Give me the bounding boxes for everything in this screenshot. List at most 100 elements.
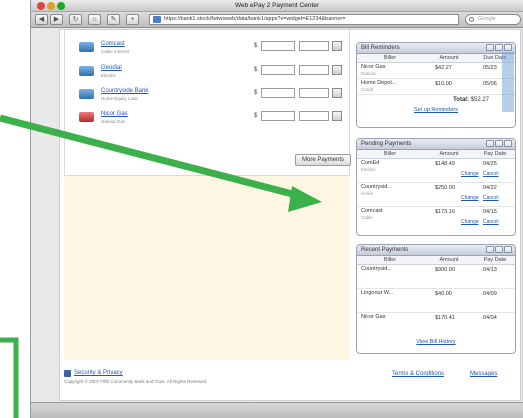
table-row: Countrysid... $900.00 04/13 bbox=[357, 265, 515, 289]
panel-edit-icon[interactable] bbox=[486, 246, 494, 253]
column-header[interactable]: Biller bbox=[357, 150, 423, 158]
date-input[interactable] bbox=[299, 41, 329, 51]
search-placeholder: Google bbox=[478, 16, 496, 22]
messages-link[interactable]: Messages bbox=[470, 371, 497, 377]
date-input[interactable] bbox=[299, 88, 329, 98]
due-date-value: 05/06 bbox=[483, 81, 497, 87]
address-url: https://bank1.stock/fwtwsweb/data/bank1/… bbox=[164, 16, 346, 22]
table-row: ComEd Electric $148.49 04/25 Change Canc… bbox=[357, 159, 515, 183]
empty-content-area bbox=[64, 176, 350, 360]
payee-name-link[interactable]: Comcast bbox=[101, 41, 125, 47]
cancel-link[interactable]: Cancel bbox=[483, 195, 499, 201]
home-icon[interactable]: ⌂ bbox=[88, 14, 101, 25]
amount-value: $10.00 bbox=[435, 81, 452, 87]
panel-close-icon[interactable] bbox=[504, 140, 512, 147]
reload-icon[interactable]: ↻ bbox=[69, 14, 82, 25]
column-header[interactable]: Pay Date bbox=[475, 256, 515, 264]
amount-value: $250.00 bbox=[435, 185, 455, 191]
biller-name: Countrysid... bbox=[361, 184, 392, 190]
title-bar: Web ePay 2 Payment Center bbox=[31, 0, 523, 12]
search-field[interactable]: Google bbox=[465, 14, 521, 25]
pay-date-value: 04/25 bbox=[483, 161, 497, 167]
column-header[interactable]: Pay Date bbox=[475, 150, 515, 158]
table-row: Countrysid... Home $250.00 04/22 Change … bbox=[357, 183, 515, 207]
column-headers: Biller Amount Pay Date bbox=[357, 256, 515, 265]
forward-arrow-icon[interactable]: ▶ bbox=[50, 14, 63, 25]
panel-header: Bill Reminders bbox=[357, 43, 515, 54]
column-header[interactable]: Amount bbox=[423, 54, 475, 62]
payee-row: Countryside Bank Home Equity Loan $ bbox=[79, 87, 349, 107]
calendar-icon[interactable] bbox=[332, 111, 342, 121]
biller-name: Nicor Gas bbox=[361, 314, 386, 320]
calendar-icon[interactable] bbox=[332, 41, 342, 51]
payee-subtitle: Electric bbox=[101, 73, 116, 78]
payee-subtitle: Natural Gas bbox=[101, 119, 126, 124]
back-arrow-icon[interactable]: ◀ bbox=[35, 14, 48, 25]
table-row: Home Depot... Credit $10.00 05/06 bbox=[357, 79, 515, 95]
calendar-icon[interactable] bbox=[332, 65, 342, 75]
set-up-reminders-link[interactable]: Set up Reminders bbox=[357, 105, 515, 115]
dollar-sign: $ bbox=[254, 90, 258, 96]
payee-name-link[interactable]: Geodial bbox=[101, 65, 122, 71]
copyright-text: Copyright © 2007 Fifth Community Bank an… bbox=[64, 379, 208, 384]
panel-edit-icon[interactable] bbox=[486, 140, 494, 147]
change-link[interactable]: Change bbox=[461, 219, 479, 225]
payee-icon bbox=[79, 89, 94, 99]
security-privacy-link[interactable]: Security & Privacy bbox=[74, 370, 123, 376]
panel-title: Recent Payments bbox=[361, 247, 409, 253]
panel-minimize-icon[interactable] bbox=[495, 140, 503, 147]
terms-conditions-link[interactable]: Terms & Conditions bbox=[392, 371, 444, 377]
cancel-link[interactable]: Cancel bbox=[483, 171, 499, 177]
plus-icon[interactable]: + bbox=[126, 14, 139, 25]
view-bill-history-link[interactable]: View Bill History bbox=[357, 337, 515, 347]
panel-minimize-icon[interactable] bbox=[495, 44, 503, 51]
dollar-sign: $ bbox=[254, 43, 258, 49]
pay-date-value: 04/13 bbox=[483, 267, 497, 273]
total-line: Total: $52.27 bbox=[357, 95, 515, 105]
column-header[interactable]: Biller bbox=[357, 256, 423, 264]
payee-row: Nicor Gas Natural Gas $ bbox=[79, 110, 349, 130]
biller-name: Lingonur W... bbox=[361, 290, 394, 296]
payee-row: Comcast Cable Internet $ bbox=[79, 40, 349, 60]
amount-value: $173.16 bbox=[435, 209, 455, 215]
biller-name: Comcast bbox=[361, 208, 383, 214]
bookmark-icon[interactable]: ✎ bbox=[107, 14, 120, 25]
search-icon bbox=[469, 17, 474, 22]
amount-input[interactable] bbox=[261, 41, 295, 51]
biller-name: Countrysid... bbox=[361, 266, 392, 272]
lock-icon bbox=[64, 370, 71, 377]
more-payments-button[interactable]: More Payments bbox=[295, 154, 351, 166]
payee-subtitle: Home Equity Loan bbox=[101, 96, 139, 101]
panel-close-icon[interactable] bbox=[504, 44, 512, 51]
calendar-icon[interactable] bbox=[332, 88, 342, 98]
payee-name-link[interactable]: Nicor Gas bbox=[101, 111, 128, 117]
cancel-link[interactable]: Cancel bbox=[483, 219, 499, 225]
biller-subtitle: Natural bbox=[361, 71, 376, 76]
payee-name-link[interactable]: Countryside Bank bbox=[101, 88, 148, 94]
table-row: Comcast Cable $173.16 04/15 Change Cance… bbox=[357, 207, 515, 231]
date-input[interactable] bbox=[299, 65, 329, 75]
amount-value: $148.49 bbox=[435, 161, 455, 167]
column-header[interactable]: Biller bbox=[357, 54, 423, 62]
date-input[interactable] bbox=[299, 111, 329, 121]
change-link[interactable]: Change bbox=[461, 171, 479, 177]
column-header[interactable]: Amount bbox=[423, 256, 475, 264]
panel-minimize-icon[interactable] bbox=[495, 246, 503, 253]
panel-title: Bill Reminders bbox=[361, 45, 400, 51]
panel-edit-icon[interactable] bbox=[486, 44, 494, 51]
column-header[interactable]: Amount bbox=[423, 150, 475, 158]
amount-input[interactable] bbox=[261, 65, 295, 75]
amount-input[interactable] bbox=[261, 88, 295, 98]
recent-payments-panel: Recent Payments Biller Amount Pay Date C… bbox=[356, 244, 516, 354]
pay-date-value: 04/09 bbox=[483, 291, 497, 297]
change-link[interactable]: Change bbox=[461, 195, 479, 201]
site-icon bbox=[153, 16, 161, 23]
dollar-sign: $ bbox=[254, 113, 258, 119]
panel-header: Recent Payments bbox=[357, 245, 515, 256]
panel-header: Pending Payments bbox=[357, 139, 515, 150]
dollar-sign: $ bbox=[254, 67, 258, 73]
status-bar bbox=[31, 402, 523, 418]
panel-close-icon[interactable] bbox=[504, 246, 512, 253]
address-bar[interactable]: https://bank1.stock/fwtwsweb/data/bank1/… bbox=[149, 14, 459, 25]
amount-input[interactable] bbox=[261, 111, 295, 121]
